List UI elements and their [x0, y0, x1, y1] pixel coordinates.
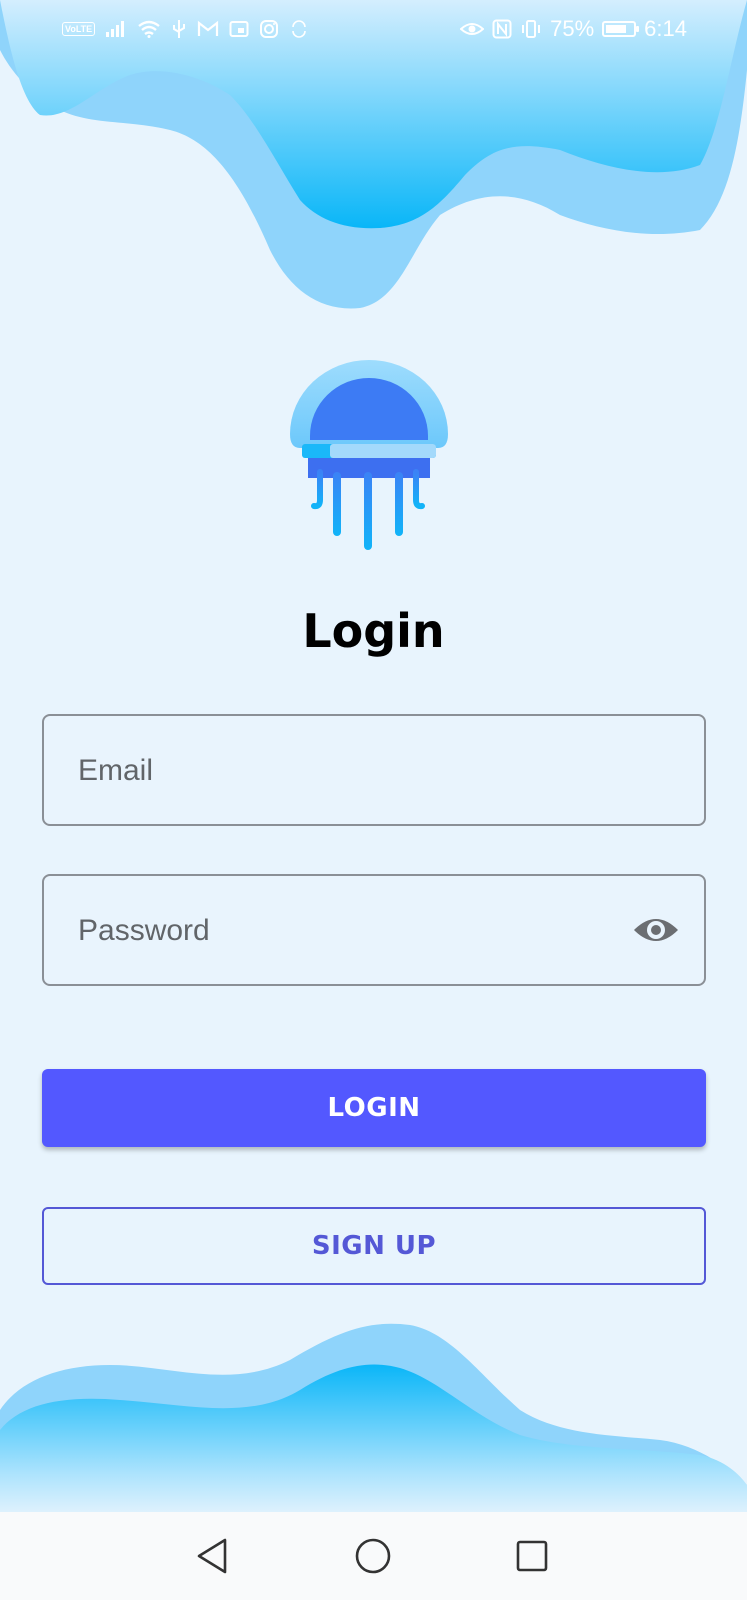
usb-icon	[171, 19, 187, 39]
sync-icon	[289, 19, 309, 39]
gmail-icon	[197, 20, 219, 38]
signal-icon	[105, 20, 127, 38]
page-title: Login	[302, 604, 445, 658]
recents-icon[interactable]	[508, 1532, 556, 1580]
status-bar: VoLTE 75% 6:14	[0, 0, 747, 58]
volte-badge: VoLTE	[62, 22, 96, 36]
battery-percent: 75%	[550, 16, 595, 41]
status-right-icons: 75% 6:14	[460, 14, 687, 44]
show-password-eye-icon[interactable]	[632, 912, 680, 948]
password-input[interactable]	[76, 876, 620, 986]
navigation-bar	[0, 1512, 747, 1600]
password-field[interactable]	[42, 874, 706, 986]
status-left-icons: VoLTE	[62, 14, 309, 44]
home-icon[interactable]	[349, 1532, 397, 1580]
login-button[interactable]: LOGIN	[42, 1069, 706, 1147]
email-field[interactable]	[42, 714, 706, 826]
calendar-icon	[229, 20, 249, 38]
back-icon[interactable]	[189, 1532, 237, 1580]
battery-icon	[602, 21, 640, 37]
sign-up-button[interactable]: SIGN UP	[42, 1207, 706, 1285]
clock: 6:14	[644, 16, 687, 41]
vibrate-icon	[520, 19, 542, 39]
wifi-icon	[137, 20, 161, 38]
email-input[interactable]	[76, 716, 620, 826]
instagram-icon	[259, 19, 279, 39]
bottom-wave-decoration	[0, 1323, 747, 1520]
jellyfish-logo	[290, 360, 448, 550]
nfc-icon	[492, 19, 512, 39]
eye-comfort-icon	[460, 20, 485, 38]
